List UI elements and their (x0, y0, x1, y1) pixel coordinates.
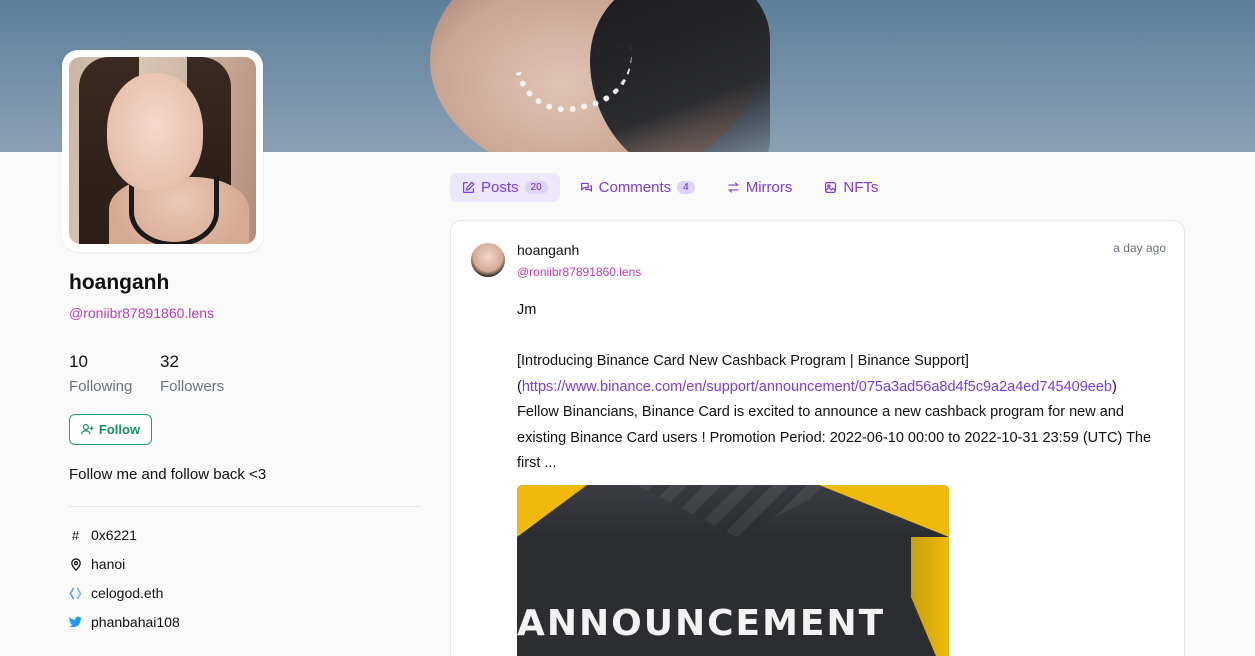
meta-ens-value: celogod.eth (91, 585, 164, 601)
profile-bio: Follow me and follow back <3 (69, 466, 267, 483)
tab-label: Comments (598, 179, 672, 196)
avatar-photo (69, 57, 256, 244)
post-author-avatar[interactable] (471, 243, 505, 277)
post-timestamp[interactable]: a day ago (1113, 241, 1166, 255)
post-body: Jm [Introducing Binance Card New Cashbac… (517, 298, 1157, 477)
followers-stat[interactable]: 32 Followers (160, 352, 224, 395)
meta-twitter-value: phanbahai108 (91, 614, 180, 630)
post-link[interactable]: https://www.binance.com/en/support/annou… (522, 379, 1112, 395)
location-pin-icon (69, 557, 82, 571)
post-card[interactable]: hoanganh @roniibr87891860.lens a day ago… (450, 220, 1185, 656)
post-line: Jm (517, 302, 537, 318)
switch-arrows-icon (727, 182, 739, 193)
followers-label: Followers (160, 378, 225, 395)
tab-count: 4 (677, 181, 695, 194)
meta-id-value: 0x6221 (91, 527, 137, 543)
profile-avatar[interactable] (62, 50, 263, 252)
profile-name: hoanganh (69, 271, 170, 294)
post-author-handle[interactable]: @roniibr87891860.lens (517, 265, 641, 279)
divider (69, 506, 421, 507)
follow-button[interactable]: Follow (69, 414, 152, 445)
ens-icon (69, 587, 82, 600)
meta-location-value: hanoi (91, 556, 126, 572)
tab-count: 20 (524, 181, 548, 194)
tab-posts[interactable]: Posts 20 (450, 173, 560, 202)
meta-twitter[interactable]: phanbahai108 (69, 614, 180, 630)
post-link-line: (https://www.binance.com/en/support/anno… (517, 378, 1117, 395)
follow-label: Follow (98, 422, 141, 437)
post-author-name[interactable]: hoanganh (517, 242, 579, 258)
user-plus-icon (81, 424, 94, 435)
following-label: Following (69, 378, 133, 395)
tab-comments[interactable]: Comments 4 (568, 173, 707, 202)
tab-mirrors[interactable]: Mirrors (715, 173, 805, 202)
twitter-icon (69, 616, 82, 629)
meta-location: hanoi (69, 556, 125, 572)
post-line: [Introducing Binance Card New Cashback P… (517, 353, 969, 369)
tab-label: NFTs (843, 179, 879, 196)
post-image[interactable]: ANNOUNCEMENT (517, 485, 949, 656)
photo-icon (825, 182, 837, 193)
tab-nfts[interactable]: NFTs (812, 173, 890, 202)
pencil-square-icon (463, 181, 475, 193)
post-image-text: ANNOUNCEMENT (517, 603, 886, 644)
meta-ens[interactable]: celogod.eth (69, 585, 163, 601)
following-stat[interactable]: 10 Following (69, 352, 132, 395)
meta-id: # 0x6221 (69, 527, 137, 543)
tab-label: Mirrors (745, 179, 793, 196)
profile-handle[interactable]: @roniibr87891860.lens (69, 305, 214, 321)
hash-icon: # (71, 527, 80, 543)
profile-tabs: Posts 20 Comments 4 Mirrors NFTs (450, 173, 898, 202)
followers-count: 32 (160, 352, 179, 371)
following-count: 10 (69, 352, 88, 371)
post-line: Fellow Binancians, Binance Card is excit… (517, 404, 1152, 471)
chat-bubbles-icon (580, 182, 592, 192)
tab-label: Posts (481, 179, 519, 196)
